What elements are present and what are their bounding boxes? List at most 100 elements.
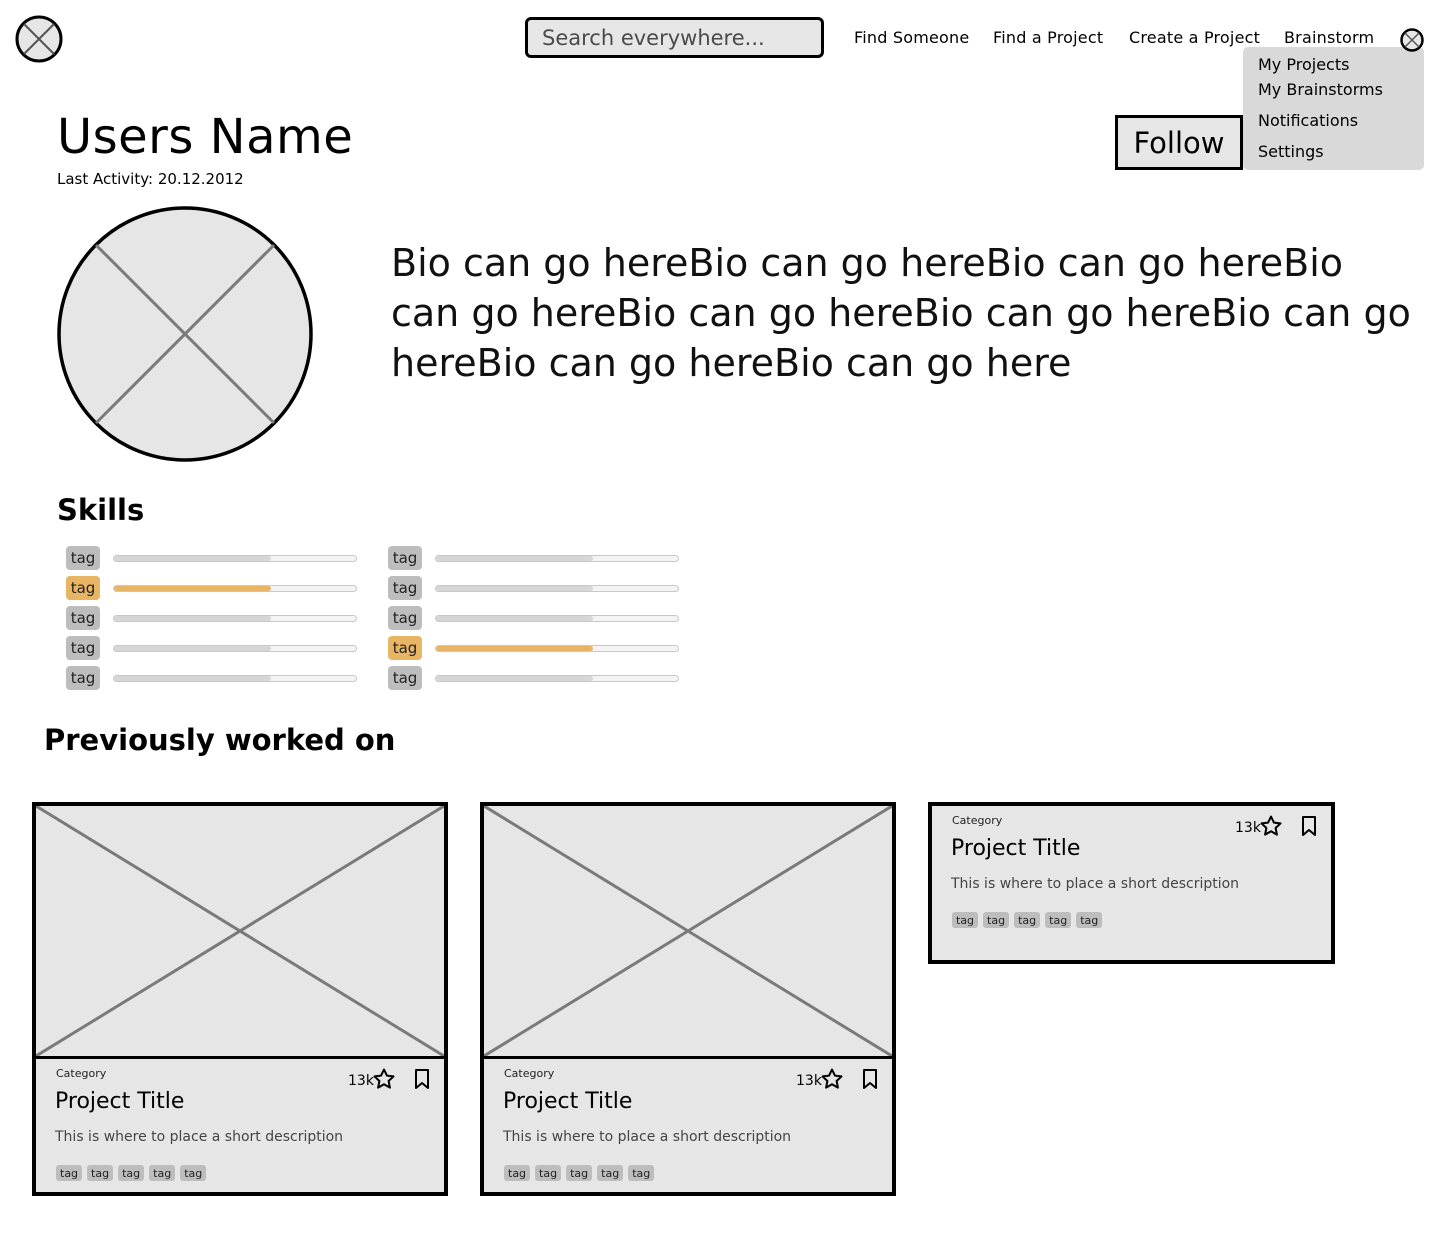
skill-level-fill	[436, 675, 594, 681]
skill-level-fill	[436, 555, 594, 561]
skill-level-fill	[436, 615, 594, 621]
user-name: Users Name	[57, 109, 354, 165]
project-info: Category Project Title This is where to pl…	[484, 1059, 892, 1192]
bookmark-icon[interactable]	[858, 1067, 882, 1091]
project-tag[interactable]: tag	[983, 912, 1010, 928]
project-tag[interactable]: tag	[180, 1165, 207, 1181]
project-image-placeholder	[36, 806, 444, 1059]
skill-level-bar	[113, 674, 357, 682]
user-menu-dropdown: My Projects My Brainstorms Notifications…	[1243, 47, 1424, 170]
user-avatar-icon[interactable]	[1400, 28, 1424, 52]
skill-tag[interactable]: tag	[388, 546, 422, 570]
star-icon[interactable]	[820, 1067, 844, 1091]
project-description: This is where to place a short descripti…	[55, 1129, 344, 1145]
project-tag[interactable]: tag	[56, 1165, 83, 1181]
skill-row: tag	[66, 576, 357, 600]
project-tag[interactable]: tag	[535, 1165, 562, 1181]
star-icon[interactable]	[1259, 814, 1283, 838]
skill-tag[interactable]: tag	[66, 546, 100, 570]
project-card[interactable]: Category Project Title This is where to pl…	[32, 802, 448, 1196]
skill-tag[interactable]: tag	[66, 636, 100, 660]
skill-row: tag	[66, 666, 357, 690]
project-description: This is where to place a short descripti…	[503, 1129, 792, 1145]
skills-heading: Skills	[57, 493, 145, 527]
skill-row: tag	[66, 546, 357, 570]
skill-level-fill	[114, 675, 272, 681]
skill-row: tag	[388, 576, 679, 600]
project-info: Category Project Title This is where to pl…	[36, 1059, 444, 1192]
skill-level-bar	[113, 554, 357, 562]
nav-brainstorm[interactable]: Brainstorm	[1284, 28, 1374, 47]
skill-level-bar	[113, 644, 357, 652]
bookmark-icon[interactable]	[1297, 814, 1321, 838]
last-activity: Last Activity: 20.12.2012	[57, 170, 244, 188]
project-title[interactable]: Project Title	[503, 1089, 632, 1114]
menu-item-my-projects[interactable]: My Projects	[1258, 55, 1349, 74]
project-tag[interactable]: tag	[149, 1165, 176, 1181]
project-category: Category	[504, 1067, 555, 1080]
skill-level-fill	[114, 615, 272, 621]
project-category: Category	[56, 1067, 107, 1080]
skill-level-bar	[113, 584, 357, 592]
skill-level-bar	[435, 554, 679, 562]
menu-item-notifications[interactable]: Notifications	[1258, 111, 1358, 130]
star-count: 13k	[796, 1073, 822, 1089]
nav-find-a-project[interactable]: Find a Project	[993, 28, 1103, 47]
nav-create-a-project[interactable]: Create a Project	[1129, 28, 1260, 47]
skill-level-bar	[435, 674, 679, 682]
project-title[interactable]: Project Title	[55, 1089, 184, 1114]
skill-row: tag	[388, 666, 679, 690]
project-tag[interactable]: tag	[566, 1165, 593, 1181]
star-count: 13k	[1235, 820, 1261, 836]
menu-item-my-brainstorms[interactable]: My Brainstorms	[1258, 80, 1383, 99]
follow-button[interactable]: Follow	[1115, 115, 1243, 170]
project-image-placeholder	[484, 806, 892, 1059]
skill-tag[interactable]: tag	[66, 666, 100, 690]
logo-placeholder-icon[interactable]	[15, 15, 63, 63]
nav-find-someone[interactable]: Find Someone	[854, 28, 969, 47]
project-title[interactable]: Project Title	[951, 836, 1080, 861]
project-tag[interactable]: tag	[1076, 912, 1103, 928]
project-tag[interactable]: tag	[628, 1165, 655, 1181]
skill-tag[interactable]: tag	[388, 606, 422, 630]
project-card[interactable]: Category Project Title This is where to pl…	[928, 802, 1335, 964]
skill-tag[interactable]: tag	[66, 606, 100, 630]
project-tag[interactable]: tag	[1014, 912, 1041, 928]
previously-worked-heading: Previously worked on	[44, 723, 396, 757]
skill-row: tag	[388, 546, 679, 570]
skill-level-bar	[435, 614, 679, 622]
skill-level-fill	[436, 585, 594, 591]
star-icon[interactable]	[372, 1067, 396, 1091]
project-tags: tag tag tag tag tag	[504, 1165, 655, 1181]
skill-level-fill	[436, 645, 594, 651]
project-category: Category	[952, 814, 1003, 827]
skill-tag[interactable]: tag	[388, 636, 422, 660]
skill-row: tag	[388, 636, 679, 660]
bookmark-icon[interactable]	[410, 1067, 434, 1091]
project-tags: tag tag tag tag tag	[56, 1165, 207, 1181]
star-count: 13k	[348, 1073, 374, 1089]
search-box[interactable]	[525, 17, 824, 58]
skill-level-fill	[114, 555, 272, 561]
project-tag[interactable]: tag	[504, 1165, 531, 1181]
project-tag[interactable]: tag	[597, 1165, 624, 1181]
project-tag[interactable]: tag	[118, 1165, 145, 1181]
skill-tag[interactable]: tag	[388, 576, 422, 600]
skill-row: tag	[66, 606, 357, 630]
skill-level-bar	[435, 644, 679, 652]
skill-level-bar	[435, 584, 679, 592]
profile-picture-placeholder	[57, 206, 313, 462]
skill-tag[interactable]: tag	[388, 666, 422, 690]
project-tag[interactable]: tag	[952, 912, 979, 928]
search-input[interactable]	[542, 25, 821, 50]
project-tags: tag tag tag tag tag	[952, 912, 1103, 928]
menu-item-settings[interactable]: Settings	[1258, 142, 1324, 161]
project-description: This is where to place a short descripti…	[951, 876, 1240, 892]
project-card[interactable]: Category Project Title This is where to pl…	[480, 802, 896, 1196]
project-tag[interactable]: tag	[87, 1165, 114, 1181]
skill-row: tag	[388, 606, 679, 630]
skill-level-fill	[114, 585, 272, 591]
skill-tag[interactable]: tag	[66, 576, 100, 600]
skill-row: tag	[66, 636, 357, 660]
project-tag[interactable]: tag	[1045, 912, 1072, 928]
